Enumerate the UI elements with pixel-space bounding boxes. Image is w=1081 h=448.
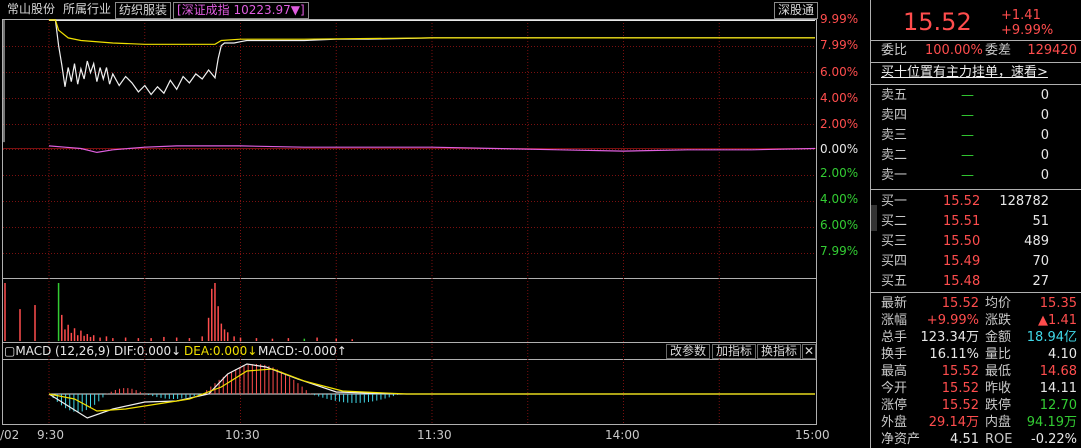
price-change: +1.41 xyxy=(1001,8,1041,23)
bid-row[interactable]: 买一 15.52 128782 xyxy=(881,193,1079,211)
macd-value: MACD:-0.000↑ xyxy=(258,344,347,358)
stat-row: 最高 15.52 最低 14.68 xyxy=(881,364,1077,379)
price-axis-label: 6.00% xyxy=(820,65,859,79)
bid-row[interactable]: 买四 15.49 70 xyxy=(881,253,1079,271)
industry-label[interactable]: 所属行业 xyxy=(60,2,114,17)
price-axis-label: 4.00% xyxy=(820,192,859,206)
time-label-1030: 10:30 xyxy=(225,428,260,442)
price-axis-label: 2.00% xyxy=(820,117,859,131)
close-icon[interactable]: ✕ xyxy=(802,344,817,359)
stat-row: 外盘 29.14万 内盘 94.19万 xyxy=(881,415,1077,430)
ask-row[interactable]: 卖一 —0 xyxy=(881,167,1079,185)
stat-row: 净资产 4.51 ROE -0.22% xyxy=(881,432,1077,447)
price-axis-label: 7.99% xyxy=(820,244,859,258)
add-indicator-button[interactable]: 加指标 xyxy=(712,344,757,359)
time-label-1130: 11:30 xyxy=(417,428,452,442)
price-axis-label: 2.00% xyxy=(820,166,859,180)
date-label: /02 xyxy=(0,428,20,442)
price-axis-label: 9.99% xyxy=(820,12,859,26)
order-ratio-row: 委比 100.00% 委差 129420 xyxy=(881,43,1077,58)
dif-value: DIF:0.000↓ xyxy=(114,344,182,358)
main-order-banner[interactable]: 买十位置有主力挂单，速看> xyxy=(881,64,1079,82)
stock-name[interactable]: 常山股份 xyxy=(4,2,58,17)
time-label-1500: 15:00 xyxy=(795,428,830,442)
time-label-1400: 14:00 xyxy=(605,428,640,442)
stat-row: 今开 15.52 昨收 14.11 xyxy=(881,381,1077,396)
panel-collapse-handle[interactable] xyxy=(871,205,877,231)
bid-row[interactable]: 买五 15.48 27 xyxy=(881,273,1079,291)
ask-row[interactable]: 卖二 —0 xyxy=(881,147,1079,165)
stat-row: 涨幅 +9.99% 涨跌 ▲1.41 xyxy=(881,313,1077,328)
last-price: 15.52 xyxy=(903,8,972,36)
exchange-button[interactable]: 深股通 xyxy=(774,2,819,19)
industry-button[interactable]: 纺织服装 xyxy=(115,2,172,19)
ask-row[interactable]: 卖三 —0 xyxy=(881,127,1079,145)
macd-toolbar: ▢MACD (12,26,9) DIF:0.000↓ DEA:0.000↓ MA… xyxy=(2,343,817,359)
chart-frame xyxy=(2,19,817,425)
ask-row[interactable]: 卖五 —0 xyxy=(881,87,1079,105)
price-axis-zero: 0.00% xyxy=(820,142,859,156)
dif-line xyxy=(48,363,815,419)
chart-header: 常山股份 所属行业 纺织服装 [深证成指 10223.97▼] 深股通 xyxy=(0,0,870,19)
time-label-930: 9:30 xyxy=(37,428,64,442)
switch-indicator-button[interactable]: 换指标 xyxy=(757,344,802,359)
macd-params: (12,26,9) xyxy=(55,344,111,358)
intraday-chart[interactable] xyxy=(2,19,817,427)
price-axis-label: 6.00% xyxy=(820,218,859,232)
index-quote[interactable]: [深证成指 10223.97▼] xyxy=(173,2,309,19)
ask-row[interactable]: 卖四 —0 xyxy=(881,107,1079,125)
quote-panel: 15.52 +1.41 +9.99% 委比 100.00% 委差 129420 … xyxy=(870,0,1081,448)
price-axis-label: 4.00% xyxy=(820,91,859,105)
stat-row: 涨停 15.52 跌停 12.70 xyxy=(881,398,1077,413)
bid-row[interactable]: 买三 15.50 489 xyxy=(881,233,1079,251)
stat-row: 换手 16.11% 量比 4.10 xyxy=(881,347,1077,362)
dea-value: DEA:0.000↓ xyxy=(184,344,258,358)
price-axis-label: 7.99% xyxy=(820,38,859,52)
price-change-pct: +9.99% xyxy=(1001,23,1054,38)
change-params-button[interactable]: 改参数 xyxy=(666,344,711,359)
bid-row[interactable]: 买二 15.51 51 xyxy=(881,213,1079,231)
stat-row: 最新 15.52 均价 15.35 xyxy=(881,296,1077,311)
stat-row: 总手 123.34万 金额 18.94亿 xyxy=(881,330,1077,345)
macd-label: ▢MACD xyxy=(4,344,52,358)
